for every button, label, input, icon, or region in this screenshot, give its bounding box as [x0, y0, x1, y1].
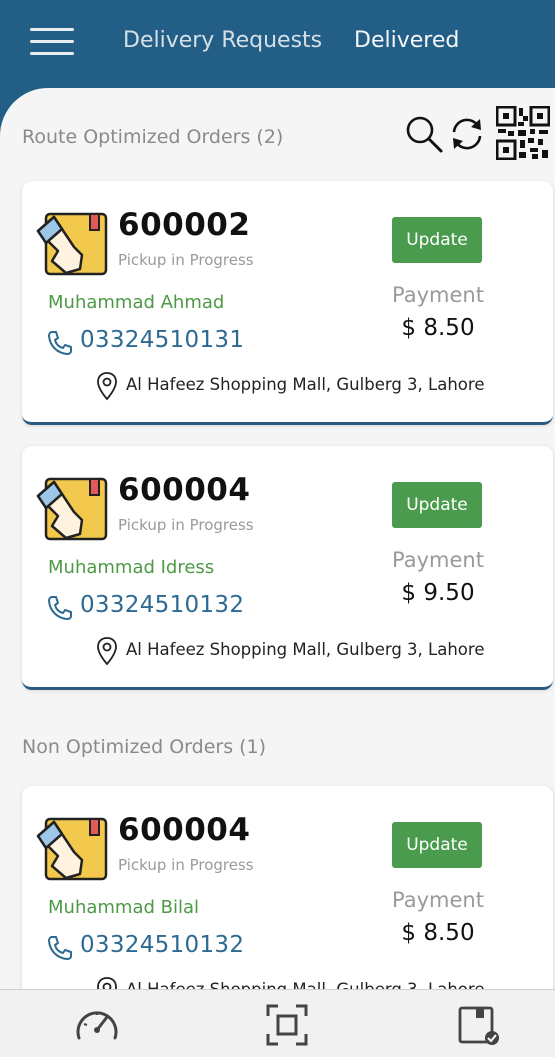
tab-delivered[interactable]: Delivered: [354, 28, 459, 53]
order-status: Pickup in Progress: [118, 251, 254, 269]
payment-label: Payment: [392, 888, 484, 912]
customer-name: Muhammad Idress: [48, 557, 215, 578]
main-content: Route Optimized Orders (2) 600002 Pickup…: [0, 88, 555, 989]
delivery-address: Al Hafeez Shopping Mall, Gulberg 3, Laho…: [126, 375, 485, 394]
scan-icon[interactable]: [264, 1002, 310, 1048]
order-card[interactable]: 600004 Pickup in Progress Muhammad Idres…: [22, 446, 553, 690]
hamburger-menu-icon[interactable]: [30, 26, 74, 58]
dashboard-icon[interactable]: [74, 1002, 120, 1048]
update-button[interactable]: Update: [392, 217, 482, 263]
location-pin-icon: [97, 637, 117, 666]
customer-name: Muhammad Ahmad: [48, 292, 225, 313]
customer-name: Muhammad Bilal: [48, 897, 200, 918]
package-pickup-icon: [36, 477, 108, 541]
payment-label: Payment: [392, 548, 484, 572]
phone-number[interactable]: 03324510132: [80, 592, 244, 618]
order-id: 600004: [118, 812, 251, 848]
order-id: 600004: [118, 472, 251, 508]
update-button[interactable]: Update: [392, 482, 482, 528]
delivery-address: Al Hafeez Shopping Mall, Gulberg 3, Laho…: [126, 640, 485, 659]
route-optimized-title: Route Optimized Orders (2): [22, 126, 284, 148]
non-optimized-title: Non Optimized Orders (1): [22, 736, 267, 758]
payment-amount: $ 9.50: [401, 580, 475, 606]
payment-label: Payment: [392, 283, 484, 307]
delivery-address: Al Hafeez Shopping Mall, Gulberg 3, Laho…: [126, 980, 484, 989]
location-pin-icon: [97, 372, 117, 401]
order-card[interactable]: 600004 Pickup in Progress Muhammad Bilal…: [22, 786, 553, 989]
order-id: 600002: [118, 207, 251, 243]
refresh-icon[interactable]: [448, 115, 486, 153]
tab-delivery-requests[interactable]: Delivery Requests: [123, 28, 322, 53]
phone-icon[interactable]: [46, 594, 74, 622]
order-status: Pickup in Progress: [118, 516, 254, 534]
bottom-navigation: [0, 989, 555, 1057]
phone-number[interactable]: 03324510132: [80, 932, 244, 958]
package-pickup-icon: [36, 817, 108, 881]
package-pickup-icon: [36, 212, 108, 276]
order-card[interactable]: 600002 Pickup in Progress Muhammad Ahmad…: [22, 181, 553, 425]
phone-icon[interactable]: [46, 934, 74, 962]
phone-number[interactable]: 03324510131: [80, 327, 244, 353]
update-button[interactable]: Update: [392, 822, 482, 868]
payment-amount: $ 8.50: [401, 315, 475, 341]
phone-icon[interactable]: [46, 329, 74, 357]
order-status: Pickup in Progress: [118, 856, 254, 874]
qr-code-icon[interactable]: [496, 106, 550, 160]
location-pin-icon: [97, 977, 117, 989]
orders-icon[interactable]: [456, 1002, 502, 1048]
payment-amount: $ 8.50: [401, 920, 475, 946]
search-icon[interactable]: [404, 114, 444, 154]
